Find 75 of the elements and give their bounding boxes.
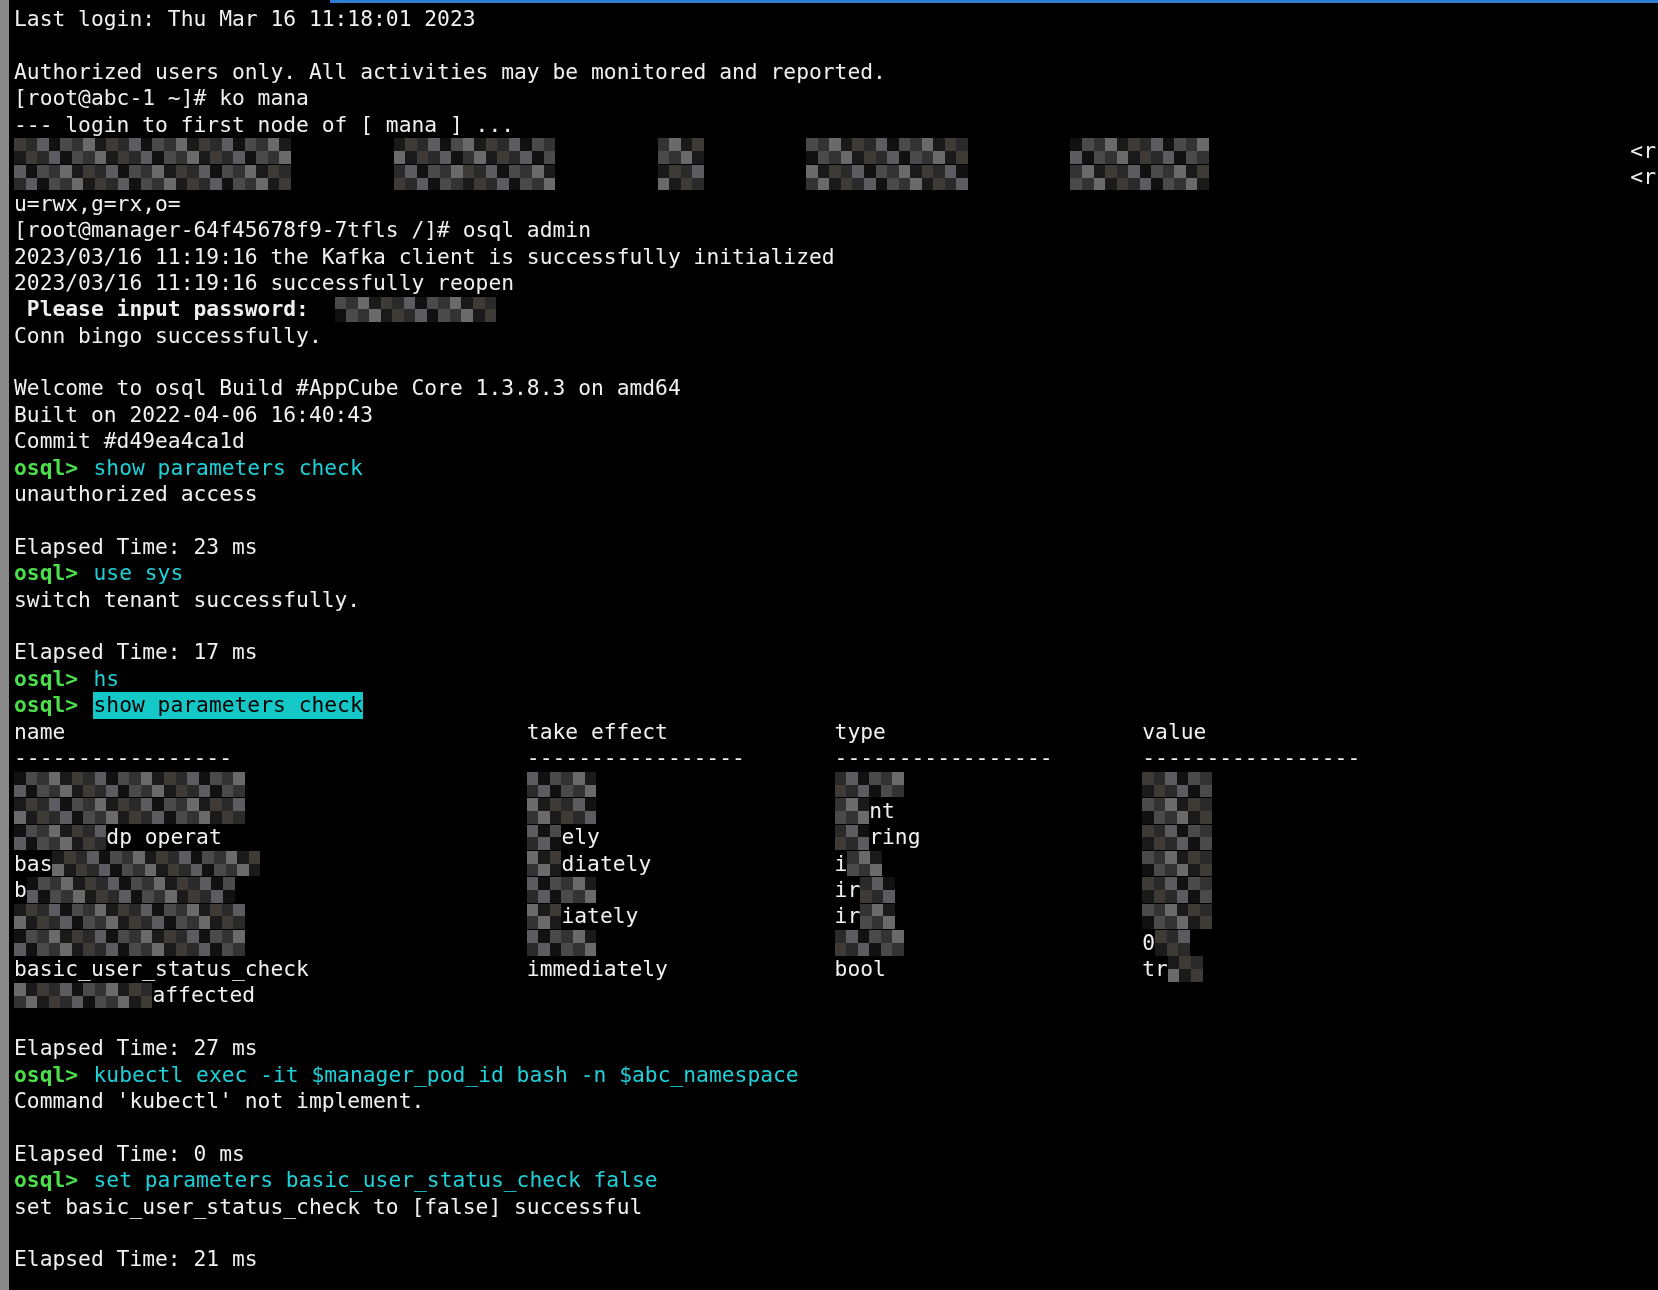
- terminal-line: u=rwx,g=rx,o=: [14, 190, 181, 218]
- header-rule: -----------------: [526, 744, 745, 772]
- terminal-line: 2023/03/16 11:19:16 successfully reopen: [14, 269, 515, 297]
- redaction-mosaic: [860, 877, 895, 903]
- terminal-line: Elapsed Time: 0 ms: [14, 1140, 245, 1168]
- command-text: kubectl exec -it $manager_pod_id bash -n $abc_namespace: [93, 1061, 799, 1089]
- table-cell: ring: [869, 824, 921, 851]
- terminal-line: Elapsed Time: 17 ms: [14, 639, 258, 666]
- terminal-line: [root@manager-64f45678f9-7tfls /]# osql admin: [14, 217, 591, 244]
- command-text: use sys: [93, 560, 184, 587]
- selected-text: show parameters check: [93, 692, 363, 719]
- redaction-mosaic: [1142, 850, 1212, 877]
- table-cell: basic_user_status_check: [14, 956, 309, 983]
- prompt-label: osql>: [14, 560, 79, 587]
- terminal-line: --- login to first node of [ mana ] ...: [14, 111, 515, 138]
- terminal-line: <r: [1630, 164, 1657, 191]
- column-header: value: [1142, 718, 1208, 745]
- redaction-mosaic: [1167, 956, 1203, 983]
- redaction-mosaic: [834, 824, 870, 851]
- table-cell: diately: [561, 850, 652, 877]
- redaction-mosaic: [393, 164, 463, 191]
- table-cell: ir: [834, 903, 861, 930]
- header-rule: -----------------: [14, 744, 232, 772]
- table-cell: immediately: [526, 956, 668, 983]
- table-cell: 0: [1142, 929, 1156, 957]
- table-cell: b: [14, 876, 27, 904]
- terminal-line: unauthorized access: [14, 481, 258, 508]
- terminal-line: Built on 2022-04-06 16:40:43: [14, 401, 373, 429]
- terminal-line: [root@abc-1 ~]# ko mana: [14, 85, 309, 112]
- terminal-line: Last login: Thu Mar 16 11:18:01 2023: [14, 6, 476, 33]
- terminal-line: Welcome to osql Build #AppCube Core 1.3.8.3 on amd64: [14, 375, 681, 402]
- header-rule: -----------------: [1142, 744, 1361, 772]
- prompt-label: osql>: [14, 692, 79, 719]
- terminal-line: Elapsed Time: 21 ms: [14, 1246, 258, 1273]
- redaction-mosaic: [1142, 798, 1212, 824]
- redaction-mosaic: [1142, 771, 1212, 798]
- terminal-line: Please input password:: [25, 296, 309, 323]
- redaction-mosaic: [847, 850, 882, 877]
- column-header: name: [14, 718, 67, 745]
- table-cell: bool: [834, 956, 886, 983]
- prompt-label: osql>: [14, 1061, 79, 1089]
- table-cell: i: [834, 850, 848, 877]
- command-text: show parameters check: [93, 454, 363, 482]
- terminal-line: Elapsed Time: 27 ms: [14, 1035, 258, 1062]
- redaction-mosaic: [526, 771, 597, 798]
- redaction-mosaic: [1142, 824, 1212, 851]
- terminal-line: 2023/03/16 11:19:16 the Kafka client is successfully initialized: [14, 243, 835, 270]
- terminal-line: <r: [1630, 137, 1657, 165]
- table-cell: nt: [869, 797, 895, 825]
- terminal-line: set basic_user_status_check to [false] successful: [14, 1193, 643, 1220]
- prompt-label: osql>: [14, 1167, 79, 1194]
- table-cell: iately: [561, 903, 639, 930]
- terminal-line: Conn bingo successfully.: [14, 322, 322, 350]
- prompt-label: osql>: [14, 454, 79, 482]
- redaction-mosaic: [657, 164, 704, 191]
- terminal-line: switch tenant successfully.: [14, 586, 361, 613]
- table-cell: tr: [1142, 956, 1168, 983]
- table-cell: bas: [14, 850, 53, 877]
- terminal-line: affected: [152, 982, 256, 1009]
- terminal-line: Elapsed Time: 23 ms: [14, 533, 258, 561]
- redaction-mosaic: [657, 138, 704, 164]
- column-header: take effect: [526, 718, 669, 745]
- terminal-line: Authorized users only. All activities may be monitored and reported.: [14, 58, 886, 86]
- prompt-label: osql>: [14, 665, 79, 693]
- redaction-mosaic: [1142, 877, 1212, 903]
- terminal-line: Command 'kubectl' not implement.: [14, 1088, 425, 1115]
- column-header: type: [834, 718, 887, 745]
- header-rule: -----------------: [834, 744, 1053, 772]
- table-cell: ir: [834, 876, 861, 904]
- table-cell: ely: [561, 824, 600, 851]
- terminal-line: Commit #d49ea4ca1d: [14, 428, 245, 455]
- command-text: set parameters basic_user_status_check false: [93, 1167, 658, 1194]
- command-text: hs: [93, 665, 120, 693]
- table-cell: dp operat: [106, 824, 222, 851]
- redaction-mosaic: [393, 138, 463, 164]
